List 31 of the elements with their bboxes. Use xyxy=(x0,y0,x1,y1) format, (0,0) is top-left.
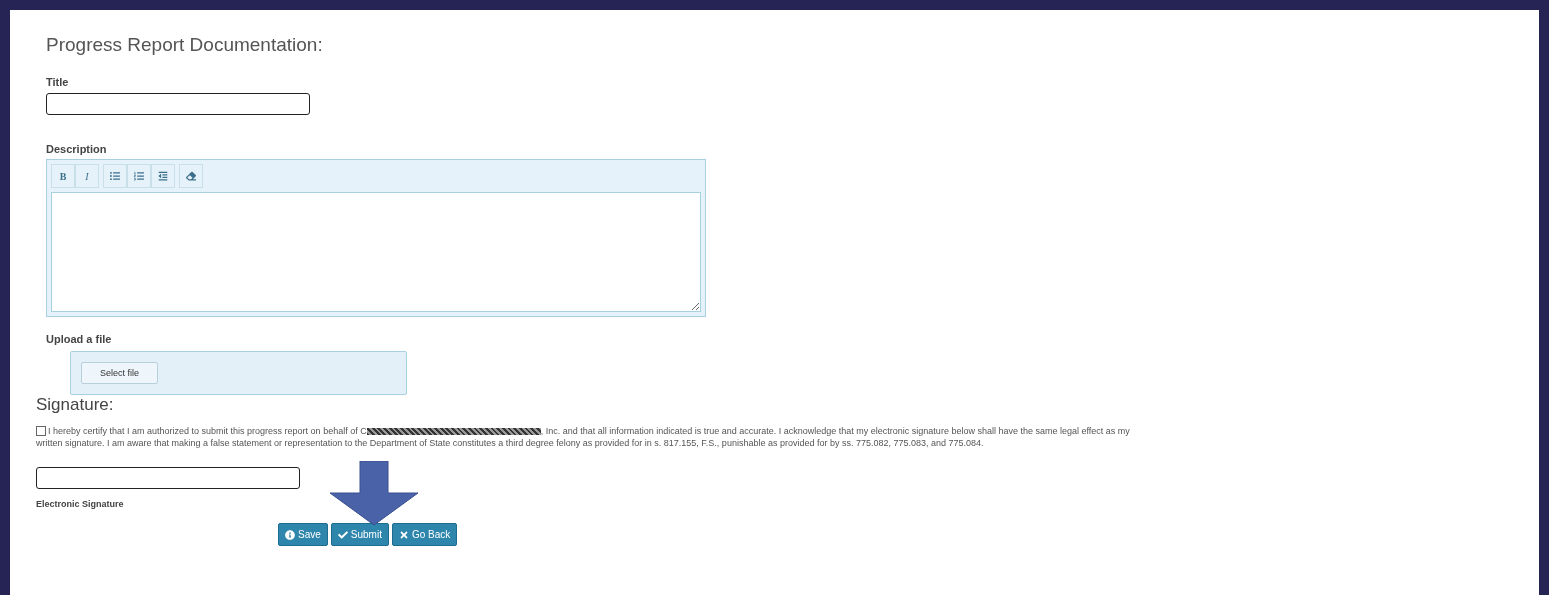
numbered-list-button[interactable] xyxy=(127,164,151,188)
page-heading: Progress Report Documentation: xyxy=(46,34,324,56)
check-icon xyxy=(337,529,348,540)
down-arrow-icon xyxy=(330,461,419,526)
section-heading: Signature: xyxy=(36,395,115,415)
field-label: Electronic Signature xyxy=(36,499,125,509)
submit-button[interactable]: Submit xyxy=(330,523,389,546)
italic-button[interactable]: I xyxy=(75,164,99,188)
title-input[interactable] xyxy=(46,93,310,115)
bold-button[interactable]: B xyxy=(51,164,75,188)
description-input[interactable] xyxy=(51,192,701,312)
back-button[interactable]: Go Back xyxy=(391,523,458,546)
close-icon xyxy=(398,529,409,540)
info-icon xyxy=(285,529,295,540)
save-button[interactable]: Save xyxy=(278,523,328,546)
checkbox[interactable] xyxy=(36,426,46,436)
certification-text: , Inc. and that all information indicated is true and accurate. I acknowledge that my electronic signature below shall have the same legal effect as my xyxy=(540,425,1130,437)
clear-format-button[interactable] xyxy=(179,164,203,188)
signature-input[interactable] xyxy=(36,467,300,489)
select-file-button[interactable]: Select file xyxy=(81,362,159,384)
field-label: Title xyxy=(46,76,70,88)
field-label: Description xyxy=(46,143,108,155)
certification-text: written signature. I am aware that making a false statement or representation to the Department of State constitutes a third degree felony as provided for in s. 817.155, F.S., punishable as provided for by ss. 775.082, 775.083, and 775.084. xyxy=(36,438,984,448)
numbered-list-icon xyxy=(134,171,144,181)
certification-text: I hereby certify that I am authorized to submit this progress report on behalf of C xyxy=(48,425,367,437)
eraser-icon xyxy=(186,171,196,181)
bullet-list-icon xyxy=(110,171,120,181)
outdent-icon xyxy=(158,171,168,181)
field-label: Upload a file xyxy=(46,333,113,345)
outdent-button[interactable] xyxy=(151,164,175,188)
bullet-list-button[interactable] xyxy=(103,164,127,188)
